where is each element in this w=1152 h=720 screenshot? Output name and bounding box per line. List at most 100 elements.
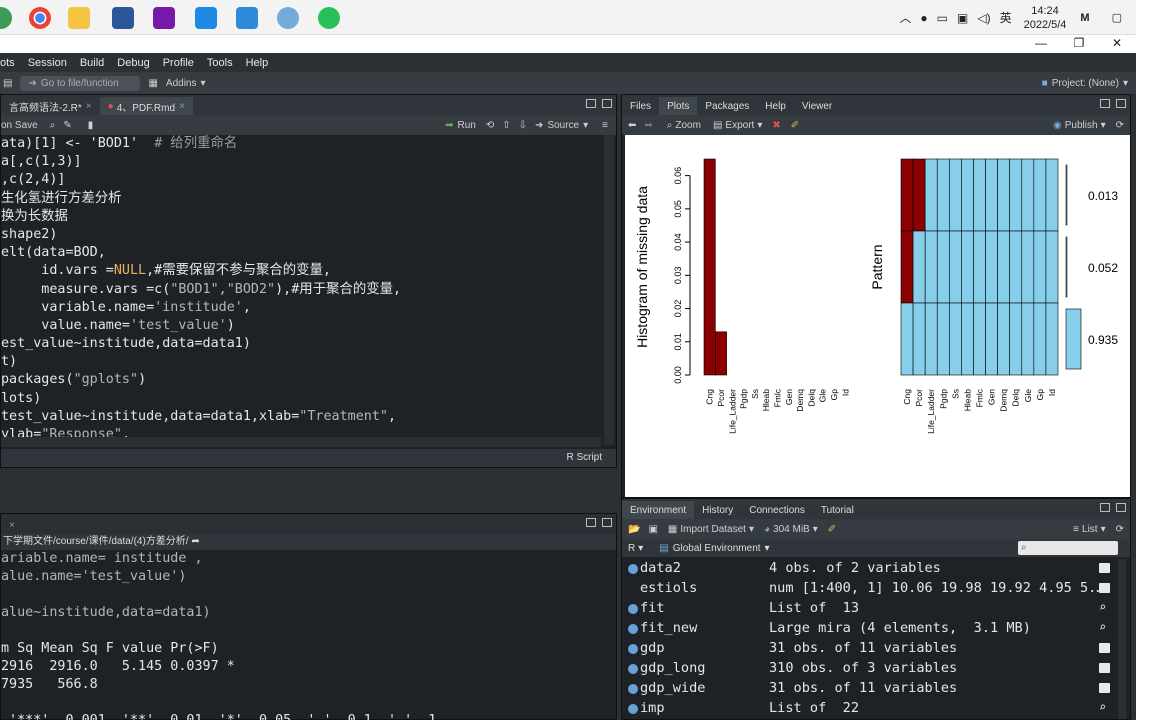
magnify-icon[interactable]: ⌕ [1099,600,1110,614]
refresh-icon[interactable]: ⟳ [1116,120,1124,131]
tab-r-script[interactable]: 言高频语法-2.R* × [1,97,100,115]
minimize-pane-icon[interactable] [1100,503,1110,512]
app-icon-partial[interactable] [0,7,12,29]
environment-row[interactable]: gdp_long 310 obs. of 3 variables [622,659,1117,679]
vertical-scrollbar[interactable] [1118,559,1126,719]
broom-icon[interactable]: ✐ [828,524,836,535]
on-save-label[interactable]: on Save [1,120,38,131]
minimize-pane-icon[interactable] [586,99,596,108]
refresh-icon[interactable]: ⟳ [1116,524,1124,535]
app-m-icon[interactable]: M [1080,12,1089,24]
back-arrow-icon[interactable]: ⬅ [628,120,636,131]
network-icon[interactable]: ▣ [957,11,968,25]
menu-item[interactable]: ots [0,57,15,69]
environment-row[interactable]: imp List of 22 ⌕ [622,699,1117,719]
environment-row[interactable]: gdp 31 obs. of 11 variables [622,639,1117,659]
expand-icon[interactable] [628,564,638,574]
onenote-icon[interactable] [153,7,175,29]
pane-tab[interactable]: Help [757,97,794,115]
environment-row[interactable]: gdp_wide 31 obs. of 11 variables [622,679,1117,699]
environment-row[interactable]: fit List of 13 ⌕ [622,599,1117,619]
close-icon[interactable]: × [86,101,92,112]
environment-search-input[interactable]: ⌕ [1018,541,1118,555]
cloud-app-icon[interactable] [195,7,217,29]
vertical-scrollbar[interactable] [604,135,614,445]
battery-icon[interactable]: ▭ [937,11,948,25]
expand-icon[interactable] [628,664,638,674]
save-icon[interactable]: ▣ [648,524,657,535]
environment-row[interactable]: estiols num [1:400, 1] 10.06 19.98 19.92 … [622,579,1117,599]
word-icon[interactable] [112,7,134,29]
tab-rmd[interactable]: ● 4、PDF.Rmd × [99,97,193,115]
pane-tab[interactable]: Viewer [794,97,840,115]
import-dataset-button[interactable]: ▦ Import Dataset ▾ [668,524,754,535]
publish-button[interactable]: ◉ Publish ▾ [1053,120,1106,131]
save-all-icon[interactable]: ▤ [3,78,12,89]
horizontal-scrollbar[interactable] [1,437,601,447]
view-table-icon[interactable] [1099,643,1110,653]
broom-icon[interactable]: ✐ [791,120,799,131]
wechat-icon[interactable] [318,7,340,29]
view-table-icon[interactable] [1099,683,1110,693]
expand-icon[interactable] [628,624,638,634]
view-table-icon[interactable] [1099,663,1110,673]
maximize-pane-icon[interactable] [1116,99,1126,108]
scope-select[interactable]: ▤ Global Environment ▾ [659,543,769,554]
pane-tab[interactable]: Plots [659,97,698,115]
code-editor[interactable]: ata)[1] <- 'BOD1' # 给列重命名 a[,c(1,3)] ,c(2,… [1,135,604,445]
pane-tab[interactable]: History [694,501,741,519]
rerun-icon[interactable]: ⟲ [486,120,494,131]
up-arrow-icon[interactable]: ⇧ [502,120,510,131]
maximize-pane-icon[interactable] [602,99,612,108]
list-view-button[interactable]: ≡ List ▾ [1073,524,1105,535]
wand-icon[interactable]: ✎ [63,120,71,131]
open-icon[interactable]: 📂 [628,524,640,535]
menu-item[interactable]: Tools [207,57,233,69]
minimize-pane-icon[interactable] [1100,99,1110,108]
notebook-icon[interactable]: ▮ [88,120,94,131]
expand-icon[interactable] [628,684,638,694]
console-close-icon[interactable]: × [1,516,23,534]
ime-indicator[interactable]: 英 [1000,9,1012,26]
source-button[interactable]: ➜ Source ▾ [535,120,588,131]
photos-icon[interactable] [236,7,258,29]
grid-icon[interactable]: ▦ [148,78,157,89]
menu-item[interactable]: Session [28,57,67,69]
close-icon[interactable]: ✕ [1098,35,1136,53]
minimize-icon[interactable]: — [1022,35,1060,53]
goto-file-input[interactable]: ➜ Go to file/function [20,75,141,91]
rstudio-icon[interactable] [277,7,299,29]
language-select[interactable]: R ▾ [628,543,643,554]
down-arrow-icon[interactable]: ⇩ [519,120,527,131]
view-table-icon[interactable] [1099,563,1110,573]
expand-icon[interactable] [628,644,638,654]
magnify-icon[interactable]: ⌕ [1099,700,1110,714]
addins-menu[interactable]: Addins ▾ [166,78,206,89]
volume-icon[interactable]: ◁) [977,11,990,25]
view-table-icon[interactable] [1099,583,1110,593]
chevron-up-icon[interactable]: ︿ [899,9,911,26]
export-button[interactable]: ▤ Export ▾ [713,120,762,131]
microphone-icon[interactable]: ● [920,11,927,25]
minimize-pane-icon[interactable] [586,518,596,527]
forward-arrow-icon[interactable]: ➡ [644,120,652,131]
goto-dir-icon[interactable]: ➦ [191,536,199,547]
menu-item[interactable]: Build [80,57,104,69]
remove-plot-icon[interactable]: ✖ [772,120,780,131]
close-icon[interactable]: × [179,101,185,112]
environment-row[interactable]: data2 4 obs. of 2 variables [622,559,1117,579]
magnify-icon[interactable]: ⌕ [1099,620,1110,634]
environment-row[interactable]: fit_new Large mira (4 elements, 3.1 MB) ⌕ [622,619,1117,639]
console-output[interactable]: ariable.name= institude , alue.name='test… [1,550,611,720]
pane-tab[interactable]: Files [622,97,659,115]
memory-usage[interactable]: ◕ 304 MiB ▾ [764,524,818,535]
pane-tab[interactable]: Environment [622,501,695,519]
restore-icon[interactable]: ❐ [1060,35,1098,53]
expand-icon[interactable] [628,604,638,614]
expand-icon[interactable] [628,704,638,714]
pane-tab[interactable]: Connections [741,501,813,519]
menu-item[interactable]: Debug [117,57,149,69]
taskbar-clock[interactable]: 14:24 2022/5/4 [1024,4,1067,32]
pane-tab[interactable]: Packages [697,97,757,115]
zoom-button[interactable]: ⌕ Zoom [667,120,701,131]
